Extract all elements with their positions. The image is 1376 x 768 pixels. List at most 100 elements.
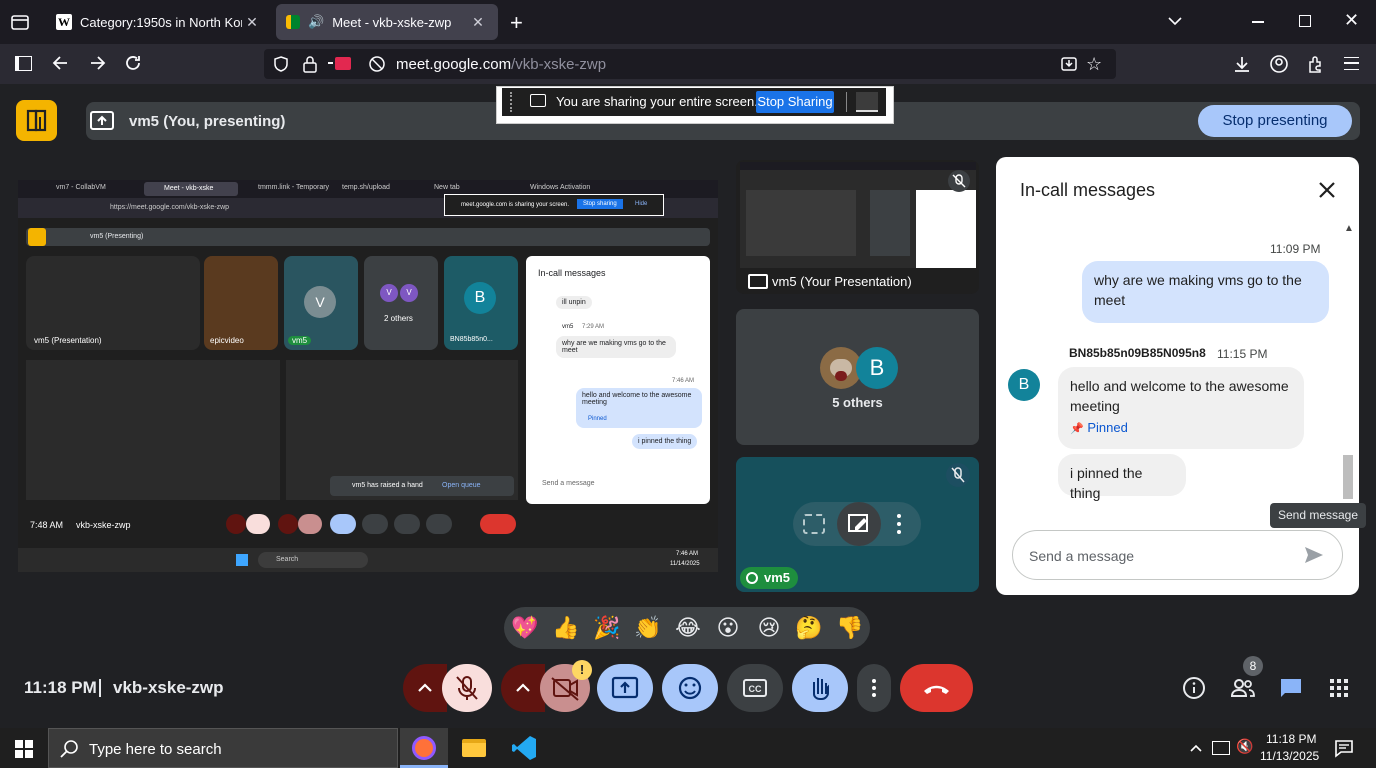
taskbar-vscode[interactable] bbox=[500, 728, 548, 768]
mic-blocked-icon[interactable] bbox=[368, 55, 386, 73]
self-tile[interactable]: vm5 bbox=[736, 457, 979, 592]
nested-avatar: B bbox=[464, 282, 496, 314]
close-icon[interactable]: ✕ bbox=[242, 14, 262, 31]
divider bbox=[846, 92, 847, 112]
pinned-row: 📌 Pinned bbox=[1070, 418, 1292, 439]
nested-chat-item: vm5 bbox=[562, 324, 574, 330]
taskbar-file-explorer[interactable] bbox=[450, 728, 498, 768]
sidebar-icon[interactable] bbox=[15, 56, 32, 71]
nested-chat-item: hello and welcome to the awesome meeting bbox=[576, 388, 702, 428]
reaction-laugh[interactable]: 😂 bbox=[671, 614, 705, 644]
hide-banner-button[interactable] bbox=[856, 92, 878, 112]
forward-button[interactable] bbox=[86, 52, 108, 74]
stop-sharing-button[interactable]: Stop Sharing bbox=[756, 91, 834, 113]
captions-button[interactable]: CC bbox=[727, 664, 783, 712]
send-message-input[interactable]: Send a message bbox=[1012, 530, 1343, 580]
reload-button[interactable] bbox=[122, 52, 144, 74]
reactions-button[interactable] bbox=[662, 664, 718, 712]
chat-icon[interactable] bbox=[1279, 676, 1303, 700]
others-tile[interactable]: B 5 others bbox=[736, 309, 979, 445]
install-app-icon[interactable] bbox=[1060, 55, 1078, 73]
reaction-surprised[interactable]: 😮 bbox=[711, 614, 745, 644]
tab-meet[interactable]: 🔊 Meet - vkb-xske-zwp ✕ bbox=[276, 4, 498, 40]
end-call-button[interactable] bbox=[900, 664, 973, 712]
present-screen-icon bbox=[90, 110, 114, 132]
windows-start-icon[interactable] bbox=[15, 740, 33, 758]
reaction-thumbs-up[interactable]: 👍 bbox=[549, 614, 583, 644]
people-icon[interactable] bbox=[1230, 676, 1256, 700]
downloads-icon[interactable] bbox=[1232, 54, 1252, 74]
more-options-button[interactable] bbox=[857, 664, 891, 712]
close-icon[interactable]: ✕ bbox=[468, 14, 488, 31]
notifications-icon[interactable] bbox=[1334, 738, 1354, 758]
nested-others-tile: V V 2 others bbox=[364, 256, 438, 350]
nested-controls bbox=[226, 514, 516, 536]
presentation-tile[interactable]: vm5 (Your Presentation) bbox=[736, 160, 979, 294]
tray-chevron-icon[interactable] bbox=[1188, 740, 1204, 756]
reaction-clap[interactable]: 👏 bbox=[631, 614, 665, 644]
pinned-message: hello and welcome to the awesome meeting… bbox=[1058, 367, 1304, 449]
presentation-thumbnail bbox=[740, 162, 976, 268]
frame-icon[interactable] bbox=[803, 514, 825, 534]
minimize-button[interactable] bbox=[1252, 21, 1264, 23]
stop-presenting-button[interactable]: Stop presenting bbox=[1198, 105, 1352, 137]
scrollbar-thumb[interactable] bbox=[1343, 455, 1353, 499]
lock-icon[interactable] bbox=[302, 55, 318, 73]
url-bar[interactable]: meet.google.com/vkb-xske-zwp ☆ bbox=[264, 49, 1116, 79]
taskbar-date[interactable]: 11/13/2025 bbox=[1260, 749, 1319, 763]
extensions-icon[interactable] bbox=[1306, 54, 1326, 74]
reaction-heart[interactable]: 💖 bbox=[508, 614, 542, 644]
window-close-button[interactable]: ✕ bbox=[1344, 10, 1359, 31]
activities-icon[interactable] bbox=[1330, 679, 1348, 697]
close-icon[interactable] bbox=[1316, 179, 1338, 201]
bookmark-star-icon[interactable]: ☆ bbox=[1086, 54, 1102, 75]
message-time: 11:09 PM bbox=[1270, 242, 1321, 256]
nested-presenting-label: vm5 (Presenting) bbox=[90, 233, 144, 240]
avatar: B bbox=[1008, 369, 1040, 401]
send-icon[interactable] bbox=[1303, 544, 1325, 566]
tab-wikipedia[interactable]: W Category:1950s in North Korea ✕ bbox=[46, 4, 272, 40]
new-tab-button[interactable]: + bbox=[510, 10, 523, 36]
others-count-label: 5 others bbox=[832, 395, 883, 410]
account-icon[interactable] bbox=[1269, 54, 1289, 74]
back-button[interactable] bbox=[50, 52, 72, 74]
meeting-details-icon[interactable] bbox=[1182, 676, 1206, 700]
nested-meet-logo bbox=[28, 228, 46, 246]
search-icon bbox=[59, 739, 79, 759]
meet-logo-icon[interactable] bbox=[16, 100, 57, 141]
reaction-thinking[interactable]: 🤔 bbox=[792, 614, 826, 644]
scrollbar[interactable]: ▲ bbox=[1342, 223, 1354, 505]
reaction-sad[interactable]: 😢 bbox=[752, 614, 786, 644]
taskbar-firefox[interactable] bbox=[400, 728, 448, 768]
network-icon[interactable] bbox=[1212, 741, 1230, 755]
taskbar-time[interactable]: 11:18 PM bbox=[1266, 732, 1316, 746]
url-text[interactable]: meet.google.com/vkb-xske-zwp bbox=[396, 56, 606, 73]
nested-tab: tmmm.link - Temporary bbox=[258, 184, 330, 191]
present-button[interactable] bbox=[597, 664, 653, 712]
video-options-button[interactable] bbox=[501, 664, 545, 712]
shield-icon[interactable] bbox=[272, 55, 290, 73]
chevron-down-icon[interactable] bbox=[1166, 12, 1184, 30]
nested-tab: Windows Activation bbox=[530, 184, 591, 191]
presenter-label: vm5 (You, presenting) bbox=[129, 113, 286, 130]
sharing-banner-inner: You are sharing your entire screen. Stop… bbox=[502, 88, 886, 116]
screen-share-indicator-icon[interactable] bbox=[328, 57, 354, 71]
volume-icon[interactable]: 🔇 bbox=[1236, 739, 1253, 755]
reaction-thumbs-down[interactable]: 👎 bbox=[833, 614, 867, 644]
windows-taskbar: Type here to search 🔇 11:18 PM 11/13/202… bbox=[0, 728, 1376, 768]
raise-hand-button[interactable] bbox=[792, 664, 848, 712]
audio-options-button[interactable] bbox=[403, 664, 447, 712]
restore-button[interactable] bbox=[1299, 15, 1311, 27]
taskbar-search-box[interactable]: Type here to search bbox=[48, 728, 398, 768]
drag-handle-icon[interactable] bbox=[510, 92, 513, 112]
speaker-icon[interactable]: 🔊 bbox=[308, 15, 324, 30]
more-options-icon[interactable] bbox=[897, 514, 901, 534]
mic-toggle-button[interactable] bbox=[442, 664, 492, 712]
nested-chat-item: i pinned the thing bbox=[632, 434, 698, 449]
edit-background-icon[interactable] bbox=[837, 502, 881, 546]
tab-list-icon[interactable] bbox=[10, 12, 30, 32]
message-text: hello and welcome to the awesome meeting bbox=[1070, 378, 1289, 414]
nested-chat-panel: In-call messages ill unpin vm5 7:29 AM w… bbox=[526, 256, 710, 504]
menu-icon[interactable] bbox=[1344, 57, 1359, 70]
reaction-party[interactable]: 🎉 bbox=[590, 614, 624, 644]
